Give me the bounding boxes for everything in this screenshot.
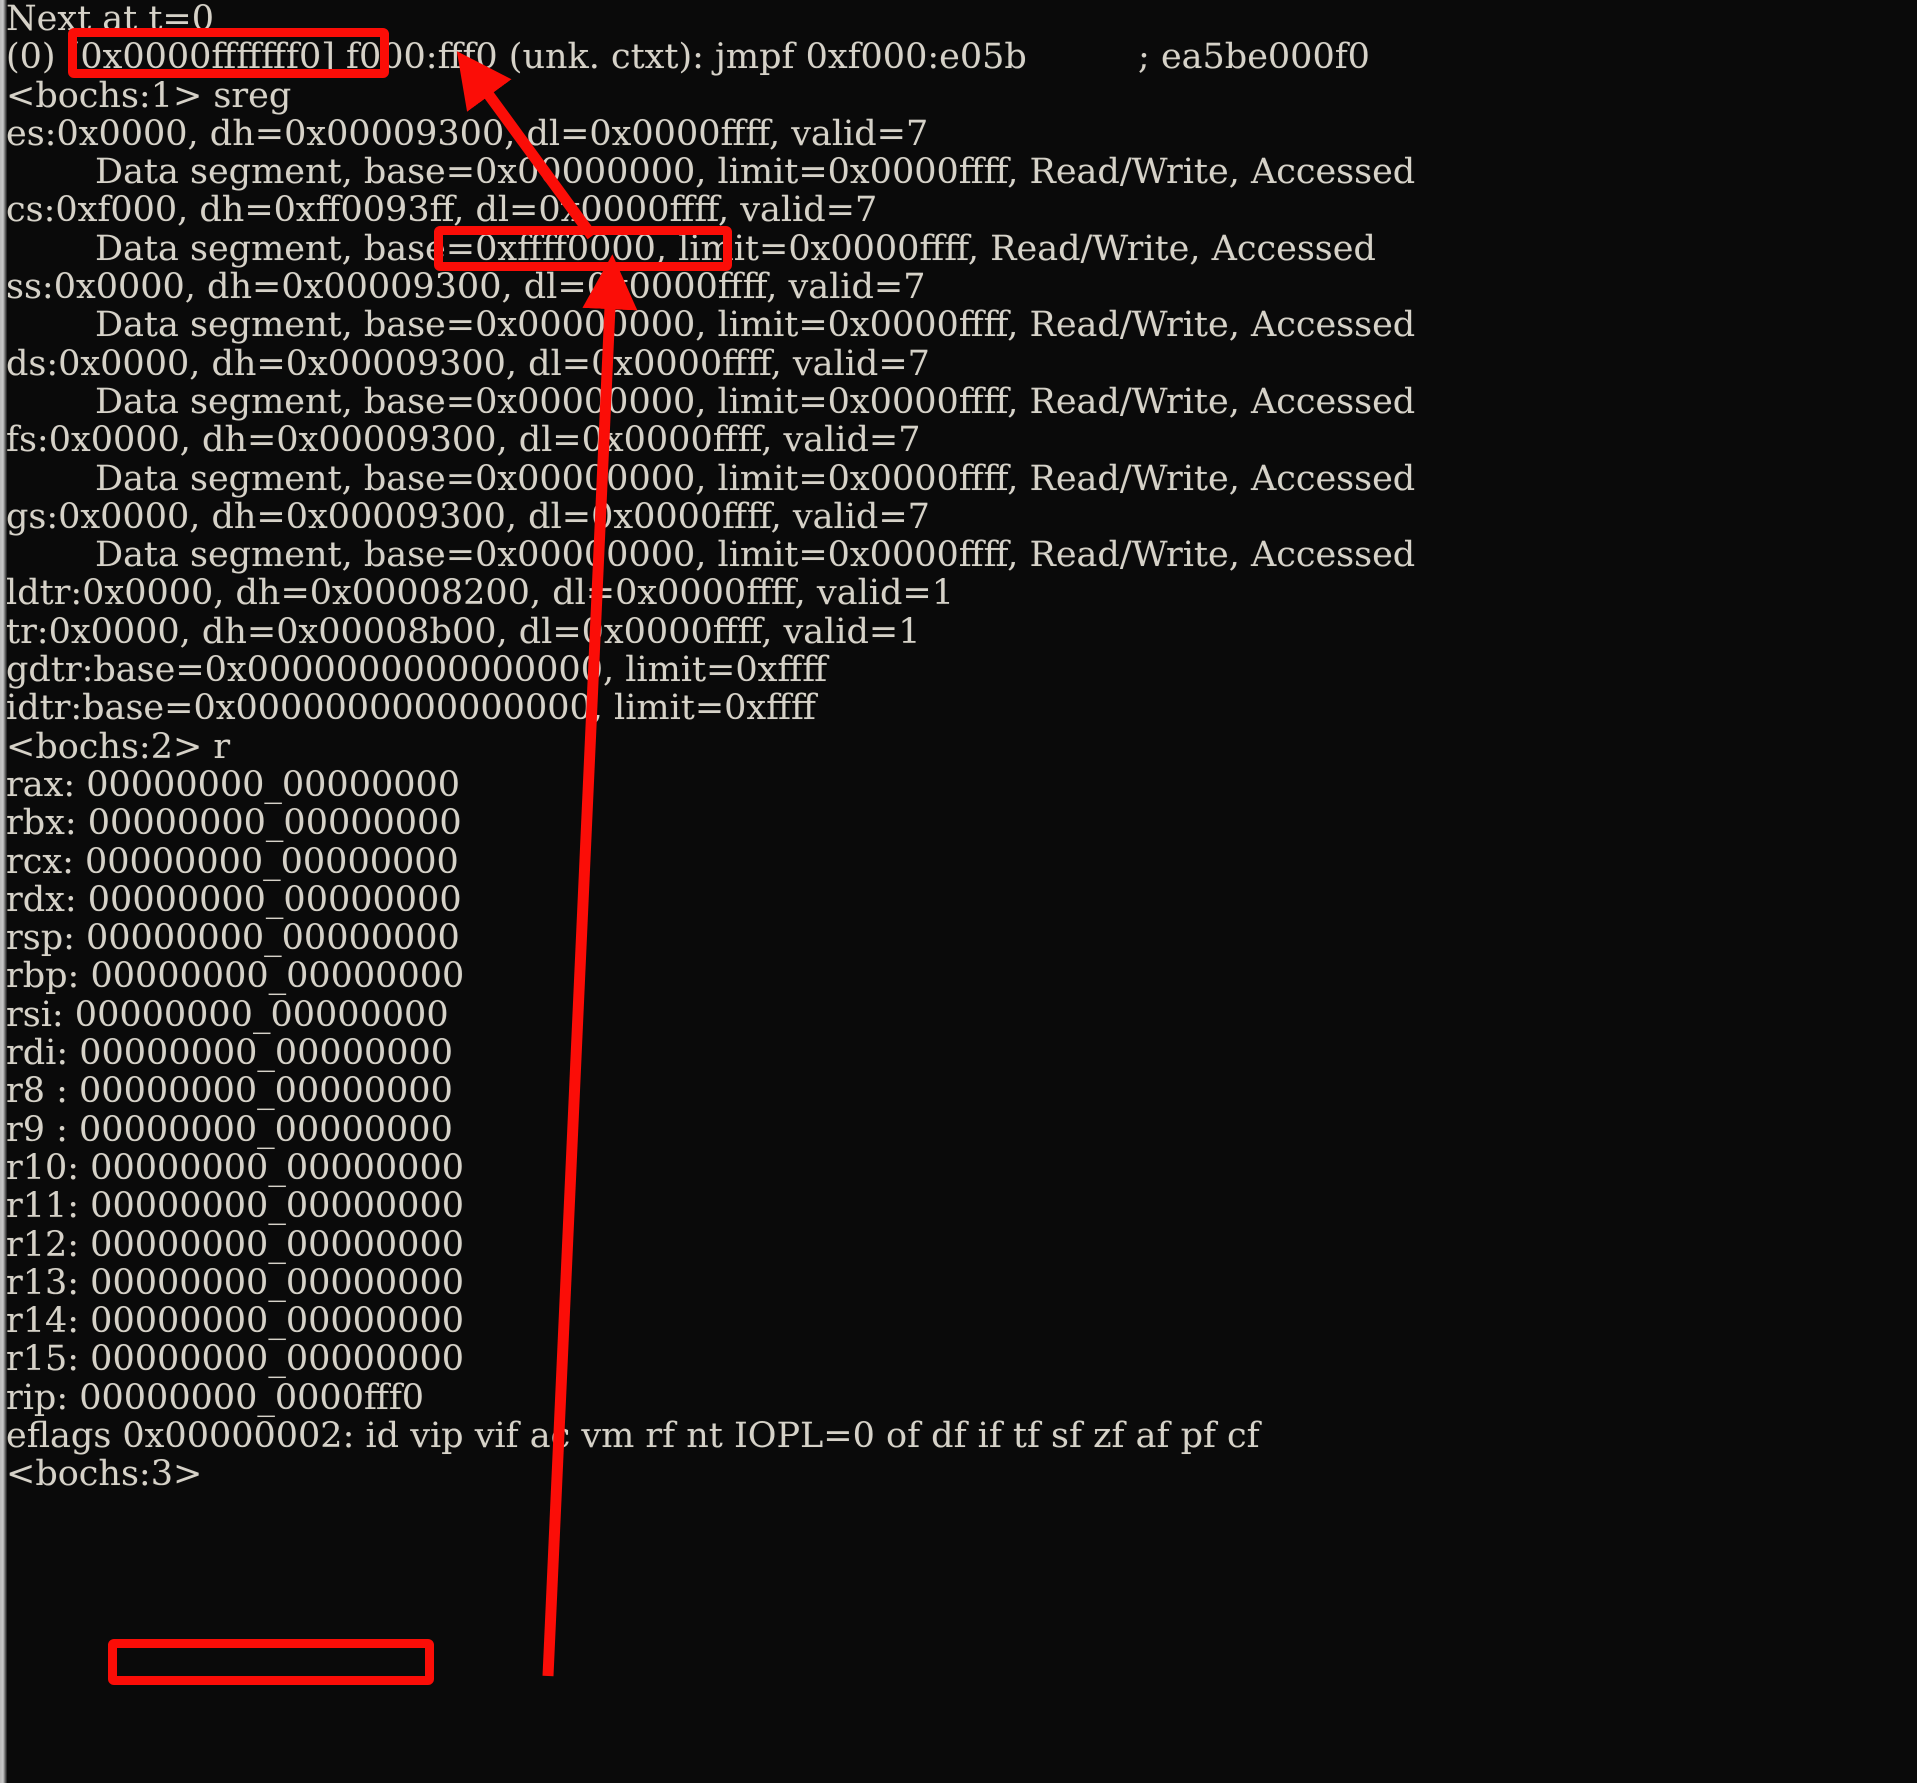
terminal-line: r8 : 00000000_00000000 xyxy=(6,1071,453,1112)
terminal-window: Next at t=0 (0) [0x0000fffffff0] f000:ff… xyxy=(0,0,1917,1783)
terminal-line: <bochs:2> r xyxy=(6,726,231,767)
terminal-line: r11: 00000000_00000000 xyxy=(6,1186,464,1227)
terminal-line: Data segment, base=0x00000000, limit=0x0… xyxy=(6,152,1416,193)
terminal-line: rip: 00000000_0000fff0 xyxy=(6,1377,425,1418)
terminal-line: Data segment, base=0x00000000, limit=0x0… xyxy=(6,535,1416,576)
terminal-prompt-line[interactable]: <bochs:3> xyxy=(6,1455,1917,1494)
terminal-line: fs:0x0000, dh=0x00009300, dl=0x0000ffff,… xyxy=(6,420,921,461)
terminal-line: rsi: 00000000_00000000 xyxy=(6,994,449,1035)
terminal-line: rdx: 00000000_00000000 xyxy=(6,879,462,920)
terminal-line: rbx: 00000000_00000000 xyxy=(6,803,462,844)
terminal-line: ds:0x0000, dh=0x00009300, dl=0x0000ffff,… xyxy=(6,343,930,384)
terminal-line: rcx: 00000000_00000000 xyxy=(6,841,459,882)
terminal-line: rax: 00000000_00000000 xyxy=(6,764,461,805)
terminal-line: r10: 00000000_00000000 xyxy=(6,1147,464,1188)
terminal-line: rbp: 00000000_00000000 xyxy=(6,956,465,997)
terminal-line: Next at t=0 xyxy=(6,0,214,39)
terminal-line: <bochs:1> sreg xyxy=(6,75,292,116)
terminal-line: Data segment, base=0x00000000, limit=0x0… xyxy=(6,305,1416,346)
terminal-line: (0) [0x0000fffffff0] f000:fff0 (unk. ctx… xyxy=(6,37,1370,78)
terminal-line: rdi: 00000000_00000000 xyxy=(6,1033,454,1074)
terminal-line: tr:0x0000, dh=0x00008b00, dl=0x0000ffff,… xyxy=(6,611,921,652)
terminal-line: eflags 0x00000002: id vip vif ac vm rf n… xyxy=(6,1415,1260,1456)
terminal-line: gdtr:base=0x0000000000000000, limit=0xff… xyxy=(6,650,828,691)
terminal-output[interactable]: Next at t=0 (0) [0x0000fffffff0] f000:ff… xyxy=(6,0,1917,1783)
terminal-line: cs:0xf000, dh=0xff0093ff, dl=0x0000ffff,… xyxy=(6,190,878,231)
terminal-line: r13: 00000000_00000000 xyxy=(6,1262,464,1303)
terminal-line: rsp: 00000000_00000000 xyxy=(6,918,460,959)
terminal-line: ldtr:0x0000, dh=0x00008200, dl=0x0000fff… xyxy=(6,573,954,614)
terminal-line: Data segment, base=0x00000000, limit=0x0… xyxy=(6,381,1416,422)
terminal-line: idtr:base=0x0000000000000000, limit=0xff… xyxy=(6,688,816,729)
terminal-line: Data segment, base=0x00000000, limit=0x0… xyxy=(6,458,1416,499)
terminal-line: Data segment, base=0xffff0000, limit=0x0… xyxy=(6,228,1376,269)
terminal-line: es:0x0000, dh=0x00009300, dl=0x0000ffff,… xyxy=(6,113,929,154)
terminal-line: r15: 00000000_00000000 xyxy=(6,1339,464,1380)
terminal-line: r12: 00000000_00000000 xyxy=(6,1224,464,1265)
terminal-line: r14: 00000000_00000000 xyxy=(6,1301,464,1342)
terminal-line: r9 : 00000000_00000000 xyxy=(6,1109,453,1150)
terminal-line: gs:0x0000, dh=0x00009300, dl=0x0000ffff,… xyxy=(6,496,930,537)
terminal-line: ss:0x0000, dh=0x00009300, dl=0x0000ffff,… xyxy=(6,267,926,308)
window-left-edge xyxy=(0,0,7,1783)
